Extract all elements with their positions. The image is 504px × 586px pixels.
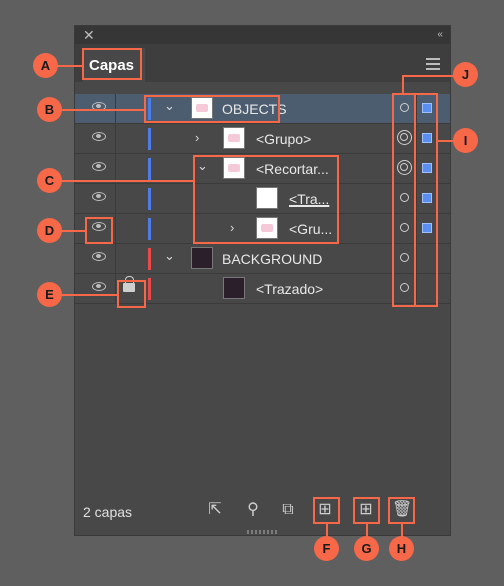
layer-color-bar (148, 278, 151, 300)
collapse-icon[interactable]: ‹‹ (437, 28, 443, 42)
callout-g: G (354, 536, 379, 561)
layer-count: 2 capas (83, 504, 133, 520)
leader-j (403, 75, 454, 77)
layer-thumbnail (223, 127, 245, 149)
eye-icon[interactable] (92, 282, 106, 291)
highlight-i (414, 93, 438, 307)
leader-h (401, 523, 403, 537)
export-icon[interactable]: ⇱ (206, 502, 224, 520)
leader-g (366, 523, 368, 537)
highlight-j (392, 93, 416, 307)
layer-thumbnail (191, 247, 213, 269)
layer-color-bar (148, 128, 151, 150)
eye-icon[interactable] (92, 162, 106, 171)
layer-color-bar (148, 158, 151, 180)
chevron-right-icon[interactable]: › (195, 130, 199, 145)
eye-icon[interactable] (92, 252, 106, 261)
leader-e (61, 294, 118, 296)
layer-color-bar (148, 218, 151, 240)
highlight-d (85, 217, 113, 244)
eye-icon[interactable] (92, 192, 106, 201)
layer-label[interactable]: <Grupo> (256, 131, 311, 147)
close-icon[interactable]: ✕ (83, 27, 95, 43)
leader-i (437, 140, 453, 142)
clip-icon[interactable]: ⧉ (279, 502, 297, 520)
callout-h: H (389, 536, 414, 561)
leader-a (57, 65, 83, 67)
layer-color-bar (148, 248, 151, 270)
callout-a: A (33, 53, 58, 78)
highlight-g (353, 497, 380, 524)
leader-b (61, 109, 145, 111)
callout-f: F (314, 536, 339, 561)
leader-d (61, 230, 86, 232)
callout-j: J (453, 62, 478, 87)
highlight-c (193, 155, 339, 244)
callout-d: D (37, 218, 62, 243)
callout-e: E (37, 282, 62, 307)
callout-b: B (37, 97, 62, 122)
layer-label[interactable]: BACKGROUND (222, 251, 322, 267)
highlight-f (313, 497, 340, 524)
leader-c (61, 180, 194, 182)
highlight-a (82, 48, 142, 80)
layer-color-bar (148, 188, 151, 210)
layer-thumbnail (223, 277, 245, 299)
layer-label[interactable]: <Trazado> (256, 281, 323, 297)
highlight-e (117, 280, 146, 308)
resize-grip[interactable] (247, 530, 277, 534)
leader-j-v (402, 75, 404, 94)
leader-f (326, 523, 328, 537)
panel-menu-icon[interactable] (426, 58, 440, 73)
highlight-h (388, 497, 415, 524)
eye-icon[interactable] (92, 132, 106, 141)
panel-titlebar: ✕ ‹‹ (75, 26, 450, 44)
callout-c: C (37, 168, 62, 193)
chevron-down-icon[interactable]: ⌄ (164, 248, 175, 264)
search-icon[interactable]: ⚲ (244, 502, 262, 520)
callout-i: I (453, 128, 478, 153)
highlight-b (144, 95, 280, 123)
